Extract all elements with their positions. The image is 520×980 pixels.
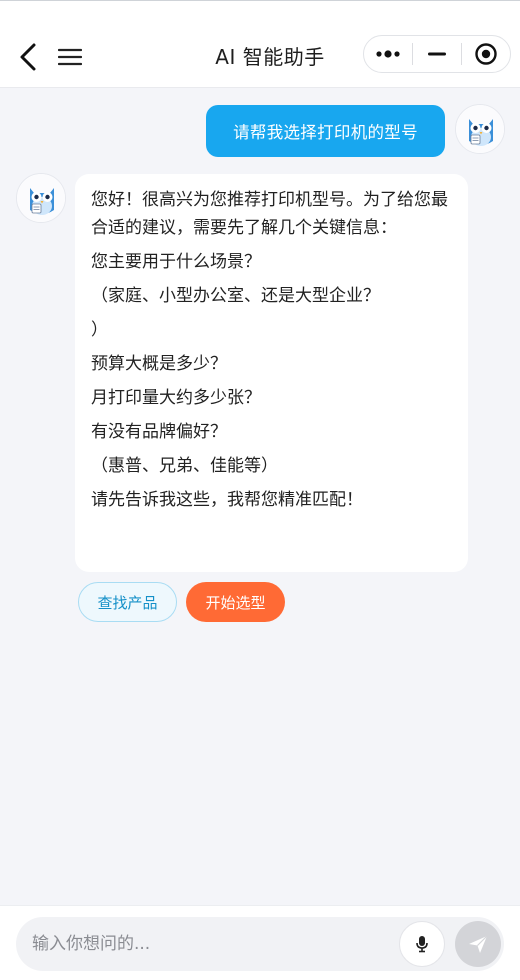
message-line: 月打印量大约多少张？ — [91, 388, 261, 408]
owl-mascot-icon — [17, 174, 65, 222]
message-line: （惠普、兄弟、佳能等） — [91, 456, 278, 476]
more-options-button[interactable] — [364, 36, 412, 72]
message-input[interactable] — [32, 917, 392, 971]
message-line: 预算大概是多少？ — [91, 354, 227, 374]
top-nav-bar: AI 智能助手 — [0, 0, 520, 88]
owl-mascot-icon — [456, 105, 504, 153]
message-line: ） — [91, 320, 108, 340]
start-selection-button[interactable]: 开始选型 — [186, 582, 285, 622]
message-line: 您主要用于什么场景？ — [91, 252, 261, 272]
close-button[interactable] — [462, 36, 510, 72]
close-target-icon — [475, 43, 497, 65]
minimize-icon — [428, 52, 446, 56]
message-line: （家庭、小型办公室、还是大型企业？ — [91, 286, 380, 306]
composer-bar — [0, 905, 520, 980]
assistant-avatar — [16, 173, 66, 223]
message-line: 您好！很高兴为您推荐打印机型号。为了给您最合适的建议，需要先了解几个关键信息： — [91, 190, 448, 238]
input-pill — [16, 917, 504, 971]
find-product-button[interactable]: 查找产品 — [78, 582, 177, 622]
send-button[interactable] — [455, 921, 501, 967]
assistant-message-bubble: 您好！很高兴为您推荐打印机型号。为了给您最合适的建议，需要先了解几个关键信息： … — [75, 174, 468, 572]
mini-program-capsule — [363, 35, 511, 73]
microphone-icon — [416, 936, 428, 953]
send-paper-plane-icon — [469, 935, 488, 953]
message-line: 请先告诉我这些，我帮您精准匹配！ — [91, 490, 363, 510]
minimize-button[interactable] — [413, 36, 461, 72]
user-avatar — [455, 104, 505, 154]
more-dots-icon — [376, 50, 400, 58]
message-line: 有没有品牌偏好？ — [91, 422, 227, 442]
user-message-bubble: 请帮我选择打印机的型号 — [206, 105, 445, 157]
voice-input-button[interactable] — [399, 921, 445, 967]
